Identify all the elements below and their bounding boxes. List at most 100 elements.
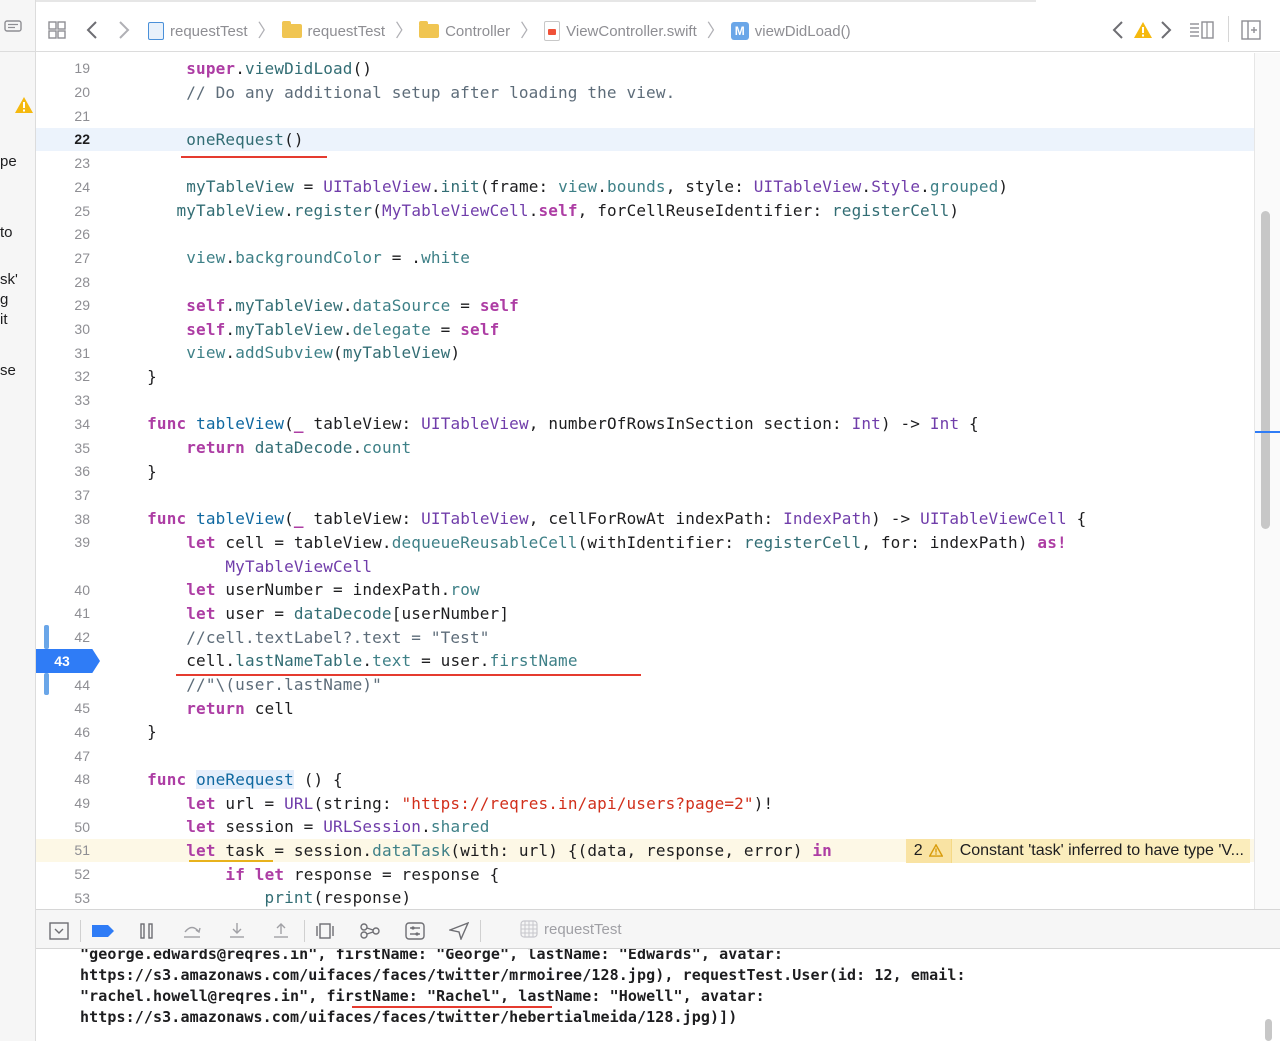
code-line[interactable]: 45 return cell bbox=[36, 696, 1254, 720]
line-number: 26 bbox=[74, 226, 90, 243]
code-line[interactable]: 39 let cell = tableView.dequeueReusableC… bbox=[36, 531, 1254, 555]
debug-target-label: requestTest bbox=[544, 920, 622, 938]
breadcrumb-item[interactable]: ViewController.swift 〉 bbox=[544, 21, 731, 41]
console-line: https://s3.amazonaws.com/uifaces/faces/t… bbox=[80, 1008, 738, 1026]
code-line[interactable]: 50 let session = URLSession.shared bbox=[36, 815, 1254, 839]
code-line[interactable]: 20 // Do any additional setup after load… bbox=[36, 80, 1254, 104]
memory-graph-button[interactable] bbox=[358, 920, 382, 942]
code-line[interactable]: 27 view.backgroundColor = .white bbox=[36, 246, 1254, 270]
divider bbox=[480, 920, 481, 942]
code-line[interactable]: 31 view.addSubview(myTableView) bbox=[36, 341, 1254, 365]
code-text: myTableView.register(MyTableViewCell.sel… bbox=[176, 201, 960, 221]
code-line[interactable]: 47 bbox=[36, 744, 1254, 768]
code-line[interactable]: 24 myTableView = UITableView.init(frame:… bbox=[36, 175, 1254, 199]
code-line[interactable]: 52 if let response = response { bbox=[36, 862, 1254, 886]
change-bar bbox=[44, 625, 49, 649]
issue-warning-button[interactable] bbox=[1132, 18, 1154, 42]
line-number: 39 bbox=[74, 534, 90, 551]
breadcrumb-item[interactable]: Controller 〉 bbox=[419, 21, 544, 40]
line-number: 25 bbox=[74, 202, 90, 219]
simulate-location-button[interactable] bbox=[448, 920, 470, 942]
step-out-button[interactable] bbox=[270, 920, 292, 942]
code-line[interactable]: 41 let user = dataDecode[userNumber] bbox=[36, 602, 1254, 626]
chevron-right-icon bbox=[119, 21, 130, 39]
breakpoints-toggle-button[interactable] bbox=[90, 920, 116, 942]
add-editor-button[interactable] bbox=[1240, 18, 1262, 42]
code-line[interactable]: 37 bbox=[36, 483, 1254, 507]
line-number: 40 bbox=[74, 581, 90, 598]
back-button[interactable] bbox=[84, 18, 100, 42]
hide-debug-area-button[interactable] bbox=[48, 920, 70, 942]
breadcrumb-item[interactable]: M viewDidLoad() bbox=[730, 22, 851, 40]
code-line[interactable]: 28 bbox=[36, 270, 1254, 294]
debug-target[interactable]: requestTest bbox=[520, 920, 622, 938]
source-editor[interactable]: 19 super.viewDidLoad() 20 // Do any addi… bbox=[36, 53, 1254, 909]
breadcrumb-item[interactable]: requestTest 〉 bbox=[281, 21, 420, 40]
code-line[interactable]: 30 self.myTableView.delegate = self bbox=[36, 317, 1254, 341]
code-line[interactable]: 21 bbox=[36, 104, 1254, 128]
line-number: 27 bbox=[74, 249, 90, 266]
code-line[interactable]: 38 func tableView(_ tableView: UITableVi… bbox=[36, 507, 1254, 531]
warning-count[interactable]: 2 bbox=[905, 838, 952, 863]
warning-icon bbox=[15, 97, 33, 113]
breadcrumb-item[interactable]: requestTest 〉 bbox=[148, 22, 282, 40]
code-line[interactable]: 42 //cell.textLabel?.text = "Test" bbox=[36, 625, 1254, 649]
line-number: 23 bbox=[74, 155, 90, 172]
code-line[interactable]: 48 func oneRequest () { bbox=[36, 768, 1254, 792]
pause-button[interactable] bbox=[136, 920, 158, 942]
code-line[interactable]: 53 print(response) bbox=[36, 886, 1254, 909]
editor-scrollbar[interactable] bbox=[1254, 53, 1280, 909]
warning-icon bbox=[928, 844, 943, 857]
debug-console[interactable]: "george.edwards@reqres.in", firstName: "… bbox=[36, 949, 1280, 1041]
line-number: 31 bbox=[74, 344, 90, 361]
code-line-breakpoint[interactable]: 43 cell.lastNameTable.text = user.firstN… bbox=[36, 649, 1254, 673]
code-text: if let response = response { bbox=[225, 864, 500, 884]
next-issue-button[interactable] bbox=[1158, 18, 1174, 42]
code-text: func tableView(_ tableView: UITableView,… bbox=[147, 414, 979, 434]
code-line[interactable]: 44 //"\(user.lastName)" bbox=[36, 673, 1254, 697]
step-over-button[interactable] bbox=[181, 920, 203, 942]
related-items-button[interactable] bbox=[46, 18, 68, 42]
breakpoint-marker[interactable]: 43 bbox=[36, 649, 100, 673]
scrollbar-thumb[interactable] bbox=[1261, 211, 1270, 529]
line-number: 24 bbox=[74, 178, 90, 195]
previous-issue-button[interactable] bbox=[1110, 18, 1126, 42]
editor-options-button[interactable] bbox=[1188, 18, 1216, 42]
inline-warning[interactable]: 2 Constant 'task' inferred to have type … bbox=[905, 838, 1250, 863]
warning-underline bbox=[189, 859, 273, 862]
code-line[interactable]: 35 return dataDecode.count bbox=[36, 436, 1254, 460]
debug-view-hierarchy-button[interactable] bbox=[314, 920, 336, 942]
code-line[interactable]: 23 bbox=[36, 151, 1254, 175]
code-text: func tableView(_ tableView: UITableView,… bbox=[147, 509, 1087, 529]
code-line[interactable]: 46 } bbox=[36, 720, 1254, 744]
step-into-button[interactable] bbox=[226, 920, 248, 942]
line-number: 38 bbox=[74, 510, 90, 527]
forward-button[interactable] bbox=[116, 18, 132, 42]
code-text: return dataDecode.count bbox=[186, 438, 412, 458]
view-hierarchy-icon bbox=[316, 923, 334, 939]
folder-icon bbox=[281, 21, 302, 38]
environment-overrides-button[interactable] bbox=[404, 920, 426, 942]
console-scrollbar[interactable] bbox=[1265, 1019, 1272, 1041]
debug-toolbar: requestTest bbox=[36, 909, 1280, 949]
code-line[interactable]: 32 } bbox=[36, 365, 1254, 389]
location-arrow-icon bbox=[449, 922, 469, 940]
code-line[interactable]: 29 self.myTableView.dataSource = self bbox=[36, 294, 1254, 318]
chevron-left-icon bbox=[1112, 21, 1123, 39]
code-line-wrapped[interactable]: MyTableViewCell bbox=[36, 554, 1254, 578]
line-number: 22 bbox=[74, 131, 90, 148]
code-line[interactable]: 36 } bbox=[36, 459, 1254, 483]
navigator-text-fragment: sk' bbox=[0, 271, 18, 288]
comment-icon[interactable] bbox=[4, 20, 22, 34]
code-line[interactable]: 26 bbox=[36, 222, 1254, 246]
code-line[interactable]: 40 let userNumber = indexPath.row bbox=[36, 578, 1254, 602]
code-line[interactable]: 19 super.viewDidLoad() bbox=[36, 57, 1254, 81]
code-line[interactable]: 49 let url = URL(string: "https://reqres… bbox=[36, 791, 1254, 815]
code-line[interactable]: 25 myTableView.register(MyTableViewCell.… bbox=[36, 199, 1254, 223]
line-number: 45 bbox=[74, 700, 90, 717]
code-text: super.viewDidLoad() bbox=[186, 58, 373, 78]
code-line[interactable]: 33 bbox=[36, 388, 1254, 412]
line-number: 47 bbox=[74, 747, 90, 764]
code-line[interactable]: 34 func tableView(_ tableView: UITableVi… bbox=[36, 412, 1254, 436]
code-line-current[interactable]: 22 oneRequest() bbox=[36, 127, 1254, 152]
